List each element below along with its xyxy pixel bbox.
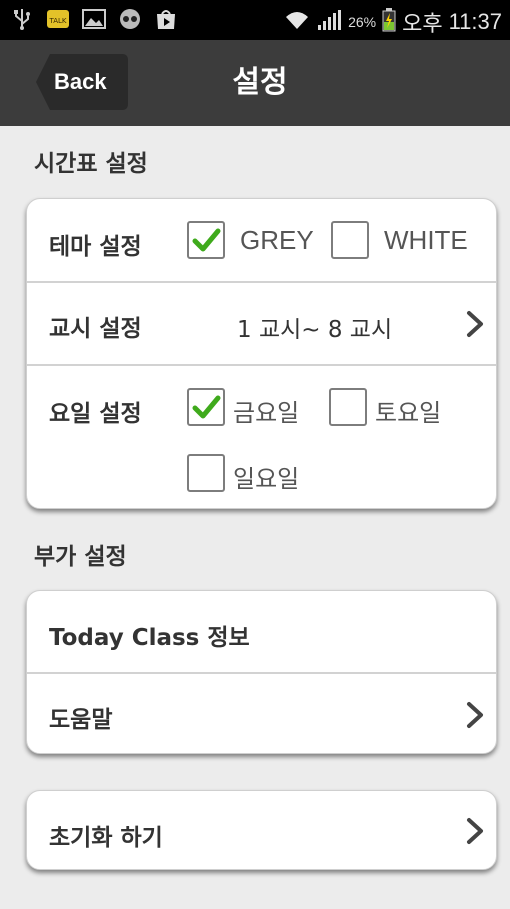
timetable-settings-card: 테마 설정 GREY WHITE 교시 설정 1 교시~ 8 교시 요일 설정 … [26, 198, 497, 509]
section-title-extra: 부가 설정 [34, 544, 127, 570]
today-class-info-label: Today Class 정보 [49, 625, 250, 651]
friday-option-label[interactable]: 금요일 [233, 393, 299, 428]
signal-icon [316, 9, 342, 35]
today-class-info-item[interactable]: Today Class 정보 [27, 591, 496, 673]
period-setting-label: 교시 설정 [49, 316, 142, 342]
notification-icons: TALK [10, 8, 178, 30]
day-setting-row: 요일 설정 금요일 토요일 일요일 [27, 366, 496, 508]
svg-text:TALK: TALK [48, 17, 66, 25]
chevron-right-icon [464, 816, 486, 846]
sunday-option-label[interactable]: 일요일 [233, 459, 299, 494]
grey-checkbox[interactable] [187, 221, 225, 259]
theme-setting-row: 테마 설정 GREY WHITE [27, 199, 496, 282]
action-bar: Back 설정 [0, 40, 510, 126]
white-option-label[interactable]: WHITE [384, 225, 468, 256]
friday-checkbox[interactable] [187, 388, 225, 426]
day-setting-label: 요일 설정 [49, 401, 142, 427]
clock-ampm: 오후 [402, 11, 443, 36]
theme-setting-label: 테마 설정 [49, 234, 142, 260]
help-label: 도움말 [49, 707, 113, 733]
extra-settings-card: Today Class 정보 도움말 [26, 590, 497, 754]
reset-label: 초기화 하기 [49, 825, 163, 851]
saturday-option-label[interactable]: 토요일 [375, 393, 441, 428]
clock-time: 11:37 [448, 9, 502, 34]
saturday-checkbox[interactable] [329, 388, 367, 426]
play-store-icon [154, 8, 178, 30]
battery-percent: 26% [348, 14, 377, 30]
sunday-checkbox[interactable] [187, 454, 225, 492]
wifi-icon [284, 9, 310, 35]
system-status: 26% 오후 11:37 [284, 6, 502, 38]
period-range-value: 1 교시~ 8 교시 [237, 317, 393, 343]
page-title: 설정 [232, 65, 288, 100]
help-item[interactable]: 도움말 [27, 674, 496, 753]
chevron-right-icon [464, 700, 486, 730]
reset-item[interactable]: 초기화 하기 [27, 791, 496, 869]
grey-option-label[interactable]: GREY [240, 225, 314, 256]
section-title-timetable: 시간표 설정 [34, 151, 148, 177]
white-checkbox[interactable] [331, 221, 369, 259]
reset-card: 초기화 하기 [26, 790, 497, 870]
gallery-icon [82, 8, 106, 30]
blind-icon [118, 8, 142, 30]
period-setting-row[interactable]: 교시 설정 1 교시~ 8 교시 [27, 283, 496, 364]
status-bar: TALK 26% 오후 11:37 [0, 0, 510, 40]
usb-icon [10, 8, 34, 30]
kakaotalk-icon: TALK [46, 8, 70, 30]
chevron-right-icon [464, 309, 486, 339]
battery-charging-icon [382, 8, 396, 36]
